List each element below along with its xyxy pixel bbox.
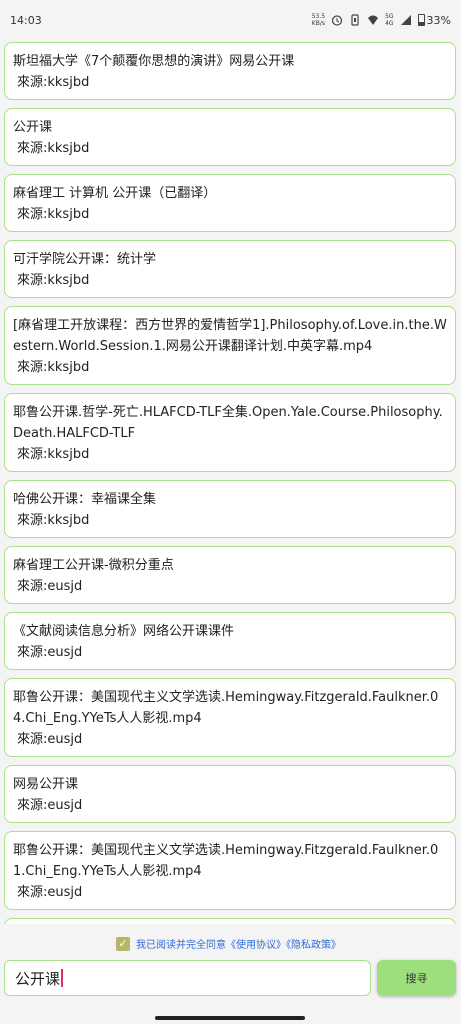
- search-button[interactable]: 搜寻: [377, 960, 456, 996]
- network-type-sub: 4G: [385, 20, 394, 27]
- result-source: 來源:eusjd: [17, 885, 83, 900]
- result-title: 麻省理工公开课-微积分重点: [13, 558, 174, 573]
- result-source: 來源:kksjbd: [17, 513, 90, 528]
- result-title: 《文献阅读信息分析》网络公开课课件: [13, 624, 235, 639]
- vibrate-icon: [349, 14, 361, 26]
- result-source: 來源:kksjbd: [17, 141, 90, 156]
- result-item[interactable]: 哈佛公开课：幸福课全集 來源:kksjbd: [4, 480, 456, 538]
- result-title: 耶鲁公开课：美国现代主义文学选读.Hemingway.Fitzgerald.Fa…: [13, 843, 439, 879]
- result-title: 可汗学院公开课：统计学: [13, 252, 157, 267]
- navigation-handle[interactable]: [155, 1016, 305, 1020]
- battery-percent: 33%: [426, 13, 451, 27]
- result-source: 來源:kksjbd: [17, 207, 90, 222]
- agreement-checkbox[interactable]: ✓: [116, 936, 130, 951]
- search-input[interactable]: 公开课: [4, 960, 371, 996]
- result-source: 來源:eusjd: [17, 732, 83, 747]
- check-icon: ✓: [118, 936, 128, 950]
- result-item[interactable]: 网易公开课 來源:eusjd: [4, 765, 456, 823]
- result-title: 公开课: [13, 120, 53, 135]
- search-footer: ✓ 我已阅读并完全同意《使用协议》《隐私政策》 公开课 搜寻: [0, 926, 461, 1024]
- battery-icon: [417, 14, 425, 26]
- text-cursor: [61, 969, 64, 987]
- result-title: 耶鲁公开课：美国现代主义文学选读.Hemingway.Fitzgerald.Fa…: [13, 690, 439, 726]
- signal-icon: [400, 14, 412, 26]
- results-list[interactable]: 斯坦福大学《7个颠覆你思想的演讲》网易公开课 來源:kksjbd 公开课 來源:…: [4, 42, 456, 924]
- battery: 33%: [417, 13, 451, 27]
- result-source: 來源:eusjd: [17, 645, 83, 660]
- network-type: 5G: [385, 13, 394, 20]
- result-item[interactable]: 耶鲁公开课.哲学-死亡.HLAFCD-TLF全集.Open.Yale.Cours…: [4, 393, 456, 472]
- status-icons: 53.5 KB/s 5G 4G 33%: [312, 13, 451, 27]
- network-speed-value: 53.5: [311, 13, 326, 20]
- result-item[interactable]: 斯坦福大学《7个颠覆你思想的演讲》网易公开课 來源:kksjbd: [4, 42, 456, 100]
- result-item[interactable]: 耶鲁公开课：美国现代主义文学选读.Hemingway.Fitzgerald.Fa…: [4, 678, 456, 757]
- status-time: 14:03: [10, 13, 42, 27]
- result-source: 來源:eusjd: [17, 579, 83, 594]
- result-item[interactable]: 公开课 來源:kksjbd: [4, 108, 456, 166]
- result-source: 來源:kksjbd: [17, 75, 90, 90]
- result-title: 麻省理工 计算机 公开课（已翻译）: [13, 186, 217, 201]
- result-item[interactable]: 可汗学院公开课：统计学 來源:kksjbd: [4, 240, 456, 298]
- result-title: 斯坦福大学《7个颠覆你思想的演讲》网易公开课: [13, 54, 295, 69]
- result-item[interactable]: [麻省理工开放课程：西方世界的爱情哲学1].Philosophy.of.Love…: [4, 306, 456, 385]
- cellular-network: 5G 4G: [385, 13, 393, 27]
- result-item[interactable]: 麻省理工 计算机 公开课（已翻译） 來源:kksjbd: [4, 174, 456, 232]
- result-title: 耶鲁公开课.哲学-死亡.HLAFCD-TLF全集.Open.Yale.Cours…: [13, 405, 443, 441]
- result-source: 來源:kksjbd: [17, 447, 90, 462]
- result-title: 哈佛公开课：幸福课全集: [13, 492, 157, 507]
- alarm-icon: [331, 14, 343, 26]
- result-source: 來源:kksjbd: [17, 360, 90, 375]
- result-title: [麻省理工开放课程：西方世界的爱情哲学1].Philosophy.of.Love…: [13, 318, 447, 354]
- network-speed-unit: KB/s: [311, 20, 325, 27]
- agreement-text[interactable]: 我已阅读并完全同意《使用协议》《隐私政策》: [136, 936, 341, 951]
- network-speed: 53.5 KB/s: [312, 13, 325, 27]
- result-source: 來源:kksjbd: [17, 273, 90, 288]
- status-bar: 14:03 53.5 KB/s 5G 4G 33%: [0, 0, 461, 40]
- result-title: 网易公开课: [13, 777, 79, 792]
- result-item[interactable]: 麻省理工公开课-微积分重点 來源:eusjd: [4, 546, 456, 604]
- wifi-icon: [367, 14, 379, 26]
- search-input-value: 公开课: [15, 969, 61, 988]
- result-item[interactable]: [4, 918, 456, 924]
- result-source: 來源:eusjd: [17, 798, 83, 813]
- result-item[interactable]: 《文献阅读信息分析》网络公开课课件 來源:eusjd: [4, 612, 456, 670]
- result-item[interactable]: 耶鲁公开课：美国现代主义文学选读.Hemingway.Fitzgerald.Fa…: [4, 831, 456, 910]
- agreement-row[interactable]: ✓ 我已阅读并完全同意《使用协议》《隐私政策》: [116, 936, 341, 951]
